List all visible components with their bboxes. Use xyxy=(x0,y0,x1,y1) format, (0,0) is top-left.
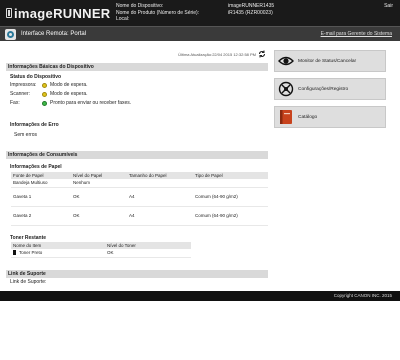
device-status-title: Status do Dispositivo xyxy=(10,74,62,80)
paper-level-cell: OK xyxy=(71,206,127,226)
table-row: Gaveta 2 OK A4 Comum (64-90 g/m2) xyxy=(11,206,268,226)
toner-name: Toner Preto xyxy=(19,250,43,256)
sidebar-item-label: Catálogo xyxy=(298,114,318,120)
device-info: Nome do Dispositivo: imageRUNNER1435 Nom… xyxy=(116,3,274,23)
admin-email-link[interactable]: E-mail para Gerente do Sistema xyxy=(321,31,392,37)
column-header: Tamanho do Papel xyxy=(127,172,193,179)
eye-icon xyxy=(277,52,295,70)
printer-status-value: Modo de espera. xyxy=(50,82,88,88)
column-header: Nível do Toner xyxy=(105,242,191,249)
settings-icon xyxy=(277,80,295,98)
paper-type-cell: Comum (64-90 g/m2) xyxy=(193,187,268,207)
fax-status-label: Fax: xyxy=(10,100,20,106)
scanner-status-row: Scanner: Modo de espera. xyxy=(10,91,88,97)
paper-info-table: Fonte de Papel Nível do Papel Tamanho do… xyxy=(11,172,268,226)
basic-info-header: Informações Básicas do Dispositivo xyxy=(6,63,268,71)
portal-icon xyxy=(5,29,16,40)
paper-size-cell: A4 xyxy=(127,206,193,226)
table-header-row: Fonte de Papel Nível do Papel Tamanho do… xyxy=(11,172,268,179)
footer: Copyright CANON INC. 2015 xyxy=(0,291,400,301)
toner-level-cell: OK xyxy=(105,249,191,258)
table-row: Bandeja Multiuso Nenhum xyxy=(11,179,268,188)
sidebar-item-label: Monitor de Status/Cancelar xyxy=(298,58,357,64)
sidebar-item-status-monitor[interactable]: Monitor de Status/Cancelar xyxy=(274,50,386,72)
fax-status-value: Pronto para enviar ou receber faxes. xyxy=(50,100,132,106)
sidebar-item-settings[interactable]: Configurações/Registro xyxy=(274,78,386,100)
paper-source-cell: Bandeja Multiuso xyxy=(11,179,71,188)
standby-indicator-icon xyxy=(42,82,47,88)
error-info-value: Sem erros xyxy=(14,132,38,138)
table-row: Gaveta 1 OK A4 Comum (64-90 g/m2) xyxy=(11,187,268,207)
support-link[interactable]: Link de Suporte: xyxy=(10,279,46,285)
last-update-timestamp: Última Atualização:22/04 2015 12:32:58 P… xyxy=(178,52,256,57)
table-row: Toner Preto OK xyxy=(11,249,191,258)
portal-bar: Interface Remota: Portal E-mail para Ger… xyxy=(0,26,400,41)
error-info-title: Informações de Erro xyxy=(10,122,59,128)
paper-size-cell xyxy=(127,179,193,188)
paper-source-cell: Gaveta 2 xyxy=(11,206,71,226)
paper-type-cell xyxy=(193,179,268,188)
brand-name: imageRUNNER xyxy=(14,5,111,21)
portal-title: Interface Remota: Portal xyxy=(21,31,87,37)
timestamp-row: Última Atualização:22/04 2015 12:32:58 P… xyxy=(0,50,266,60)
column-header: Fonte de Papel xyxy=(11,172,71,179)
toner-table: Nome do Item Nível do Toner Toner Preto … xyxy=(11,242,191,258)
copyright-text: Copyright CANON INC. 2015 xyxy=(333,293,392,298)
product-name-value: iR1435 (RZR00023) xyxy=(228,9,273,16)
book-icon xyxy=(277,108,295,126)
refresh-icon[interactable] xyxy=(258,50,266,58)
paper-level-cell: OK xyxy=(71,187,127,207)
toner-remaining-title: Toner Restante xyxy=(10,235,47,241)
paper-level-cell: Nenhum xyxy=(71,179,127,188)
printer-logo-icon xyxy=(6,8,12,18)
logout-link[interactable]: Sair xyxy=(384,3,393,9)
column-header: Nível do Papel xyxy=(71,172,127,179)
toner-name-cell: Toner Preto xyxy=(11,249,105,258)
scanner-status-label: Scanner: xyxy=(10,91,31,97)
column-header: Tipo de Papel xyxy=(193,172,268,179)
support-link-header: Link de Suporte xyxy=(6,270,268,278)
paper-type-cell: Comum (64-90 g/m2) xyxy=(193,206,268,226)
consumables-header: Informações de Consumíveis xyxy=(6,151,268,159)
standby-indicator-icon xyxy=(42,91,47,97)
brand-logo: imageRUNNER xyxy=(6,5,111,21)
paper-source-cell: Gaveta 1 xyxy=(11,187,71,207)
location-label: Local: xyxy=(116,16,130,22)
ready-indicator-icon xyxy=(42,100,47,106)
sidebar-item-catalog[interactable]: Catálogo xyxy=(274,106,386,128)
printer-status-label: Impressora: xyxy=(10,82,37,88)
black-toner-icon xyxy=(13,250,16,256)
top-header: imageRUNNER Nome do Dispositivo: imageRU… xyxy=(0,0,400,26)
column-header: Nome do Item xyxy=(11,242,105,249)
scanner-status-value: Modo de espera. xyxy=(50,91,88,97)
sidebar: Monitor de Status/Cancelar Configurações… xyxy=(272,41,400,291)
table-header-row: Nome do Item Nível do Toner xyxy=(11,242,191,249)
paper-size-cell: A4 xyxy=(127,187,193,207)
paper-info-title: Informações de Papel xyxy=(10,164,62,170)
printer-status-row: Impressora: Modo de espera. xyxy=(10,82,88,88)
sidebar-item-label: Configurações/Registro xyxy=(298,86,349,92)
fax-status-row: Fax: Pronto para enviar ou receber faxes… xyxy=(10,100,131,106)
